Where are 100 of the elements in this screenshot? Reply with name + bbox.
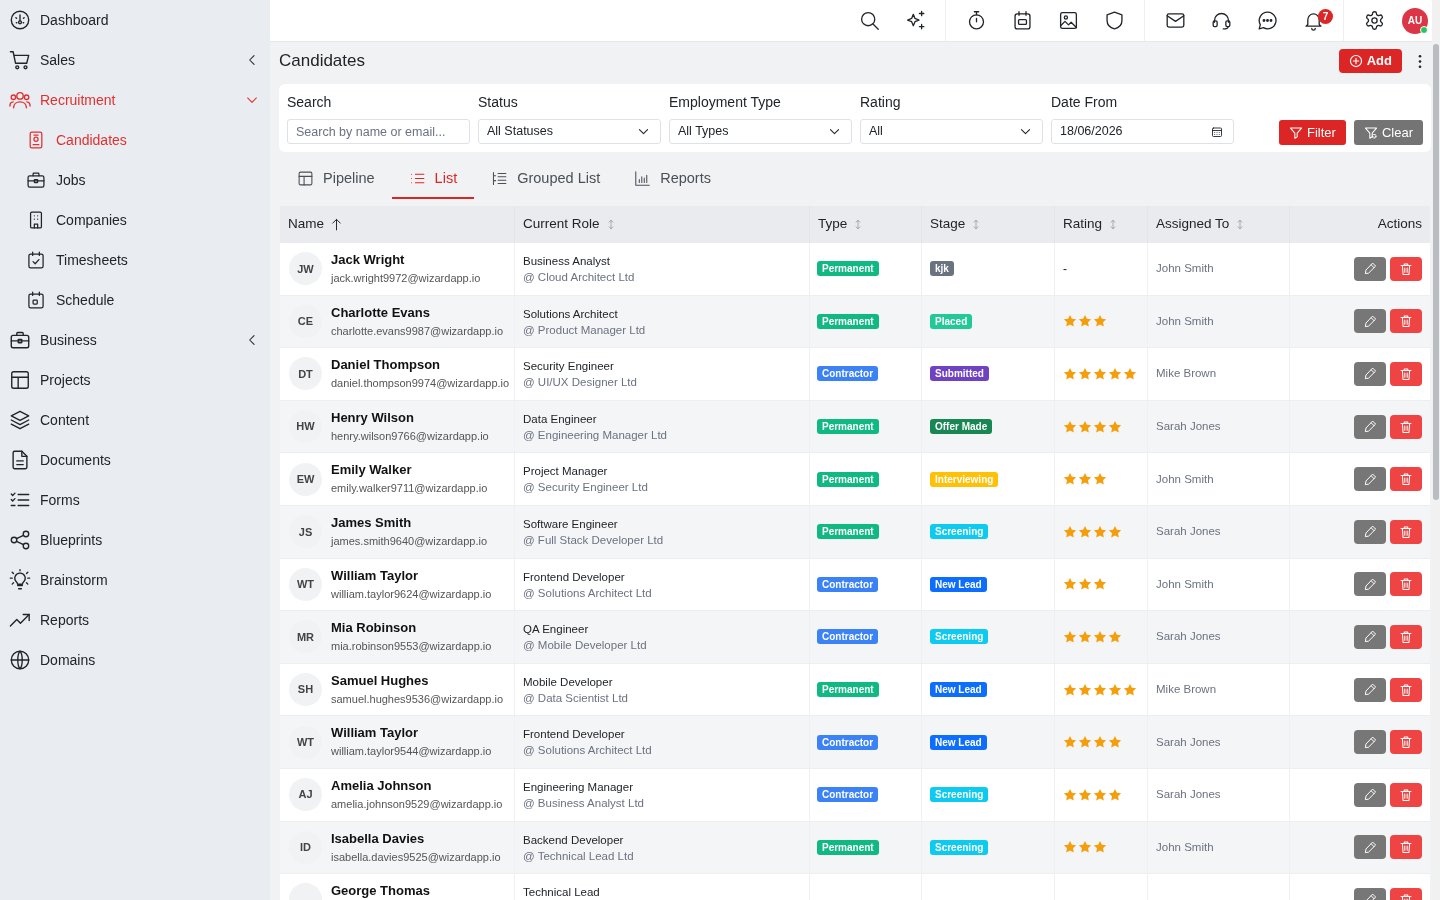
view-tab[interactable]: Reports bbox=[617, 160, 728, 199]
sidebar-subitem[interactable]: Schedule bbox=[0, 280, 270, 320]
sidebar-item[interactable]: Content bbox=[0, 400, 270, 440]
filter-button[interactable]: Filter bbox=[1279, 120, 1346, 145]
view-tab[interactable]: Grouped List bbox=[474, 160, 618, 199]
star-icon bbox=[1108, 629, 1122, 644]
dropdown[interactable]: All Statuses bbox=[478, 119, 661, 144]
delete-button[interactable] bbox=[1390, 835, 1422, 860]
company-name: @ Business Analyst Ltd bbox=[523, 795, 645, 811]
role-title: QA Engineer bbox=[523, 622, 590, 638]
star-icon bbox=[1063, 787, 1077, 802]
scrollbar-thumb[interactable] bbox=[1433, 44, 1439, 500]
assignee-name: Sarah Jones bbox=[1156, 787, 1221, 803]
delete-button[interactable] bbox=[1390, 519, 1422, 544]
column-header[interactable]: Actions bbox=[1290, 206, 1430, 243]
delete-button[interactable] bbox=[1390, 309, 1422, 334]
sidebar-subitem[interactable]: Timesheets bbox=[0, 240, 270, 280]
edit-button[interactable] bbox=[1354, 467, 1386, 492]
sidebar-item[interactable]: Blueprints bbox=[0, 520, 270, 560]
search-field[interactable]: Search by name or email... bbox=[287, 119, 470, 144]
candidate-name: Jack Wright bbox=[331, 251, 406, 269]
stage-tag: New Lead bbox=[930, 576, 987, 592]
sidebar-item[interactable]: Documents bbox=[0, 440, 270, 480]
bell-button[interactable]: 7 bbox=[1290, 0, 1336, 42]
edit-button[interactable] bbox=[1354, 414, 1386, 439]
field-label: Status bbox=[478, 93, 519, 111]
candidate-name: George Thomas bbox=[331, 882, 430, 900]
user-avatar[interactable]: AU bbox=[1402, 7, 1428, 34]
field-label: Employment Type bbox=[669, 93, 782, 111]
document-icon bbox=[9, 449, 31, 471]
delete-button[interactable] bbox=[1390, 572, 1422, 597]
delete-button[interactable] bbox=[1390, 730, 1422, 755]
assignee-name: John Smith bbox=[1156, 839, 1214, 855]
trash-icon bbox=[1399, 577, 1413, 592]
candidate-email: mia.robinson9553@wizardapp.io bbox=[331, 639, 492, 655]
delete-button[interactable] bbox=[1390, 467, 1422, 492]
sidebar-subitem[interactable]: Companies bbox=[0, 200, 270, 240]
assignee-name: Sarah Jones bbox=[1156, 418, 1221, 434]
edit-button[interactable] bbox=[1354, 835, 1386, 860]
type-tag: Permanent bbox=[817, 524, 879, 540]
sidebar-item[interactable]: Sales bbox=[0, 40, 270, 80]
edit-button[interactable] bbox=[1354, 572, 1386, 597]
edit-button[interactable] bbox=[1354, 782, 1386, 807]
clear-filter-icon bbox=[1363, 125, 1378, 140]
globe-icon bbox=[9, 649, 31, 671]
edit-button[interactable] bbox=[1354, 256, 1386, 281]
company-name: @ Engineering Manager Ltd bbox=[523, 427, 668, 443]
star-icon bbox=[1078, 472, 1092, 487]
star-icon bbox=[1093, 419, 1107, 434]
star-icon bbox=[1093, 524, 1107, 539]
role-title: Frontend Developer bbox=[523, 727, 626, 743]
clear-button[interactable]: Clear bbox=[1353, 120, 1423, 145]
mail-icon bbox=[1164, 10, 1186, 31]
candidate-name: Mia Robinson bbox=[331, 619, 418, 638]
sidebar-item[interactable]: Forms bbox=[0, 480, 270, 520]
trash-icon bbox=[1399, 367, 1413, 381]
pencil-icon bbox=[1363, 314, 1377, 328]
edit-button[interactable] bbox=[1354, 677, 1386, 702]
edit-button[interactable] bbox=[1354, 362, 1386, 386]
delete-button[interactable] bbox=[1390, 624, 1422, 649]
sidebar-item[interactable]: Business bbox=[0, 320, 270, 360]
candidate-name: William Taylor bbox=[331, 566, 420, 585]
delete-button[interactable] bbox=[1390, 414, 1422, 439]
view-tab[interactable]: Pipeline bbox=[280, 160, 392, 199]
candidate-email: daniel.thompson9974@wizardapp.io bbox=[331, 376, 510, 392]
sidebar-item[interactable]: Projects bbox=[0, 360, 270, 400]
sidebar-item[interactable]: Domains bbox=[0, 640, 270, 680]
delete-button[interactable] bbox=[1390, 256, 1422, 281]
company-name: @ Cloud Architect Ltd bbox=[523, 270, 636, 285]
star-icon bbox=[1093, 472, 1107, 487]
edit-button[interactable] bbox=[1354, 624, 1386, 649]
sidebar-subitem[interactable]: Jobs bbox=[0, 160, 270, 200]
trash-icon bbox=[1399, 629, 1413, 644]
shield-icon bbox=[1103, 10, 1125, 31]
view-tab[interactable]: List bbox=[391, 160, 475, 199]
date-field[interactable]: 18/06/2026 bbox=[1051, 119, 1234, 144]
pencil-icon bbox=[1363, 577, 1377, 591]
candidate-email: william.taylor9624@wizardapp.io bbox=[331, 586, 492, 602]
role-title: Security Engineer bbox=[523, 359, 615, 375]
star-icon bbox=[1078, 629, 1092, 644]
sidebar-item[interactable]: Dashboard bbox=[0, 0, 270, 40]
dropdown[interactable]: All Types bbox=[669, 119, 852, 144]
trash-icon bbox=[1399, 787, 1413, 802]
delete-button[interactable] bbox=[1390, 782, 1422, 807]
edit-button[interactable] bbox=[1354, 519, 1386, 544]
delete-button[interactable] bbox=[1390, 362, 1422, 386]
calendar-icon bbox=[26, 290, 46, 310]
edit-button[interactable] bbox=[1354, 309, 1386, 334]
add-button[interactable]: Add bbox=[1338, 49, 1402, 73]
notification-badge: 7 bbox=[1318, 8, 1333, 24]
sidebar-subitem[interactable]: Candidates bbox=[0, 120, 270, 160]
delete-button[interactable] bbox=[1390, 677, 1422, 702]
more-icon bbox=[1418, 54, 1422, 68]
sidebar-item[interactable]: Brainstorm bbox=[0, 560, 270, 600]
page-title: Candidates bbox=[279, 50, 365, 72]
edit-button[interactable] bbox=[1354, 730, 1386, 755]
dropdown[interactable]: All bbox=[860, 119, 1043, 144]
sidebar-item[interactable]: Reports bbox=[0, 600, 270, 640]
sidebar-item[interactable]: Recruitment bbox=[0, 80, 270, 120]
company-name: @ Security Engineer Ltd bbox=[523, 480, 649, 496]
